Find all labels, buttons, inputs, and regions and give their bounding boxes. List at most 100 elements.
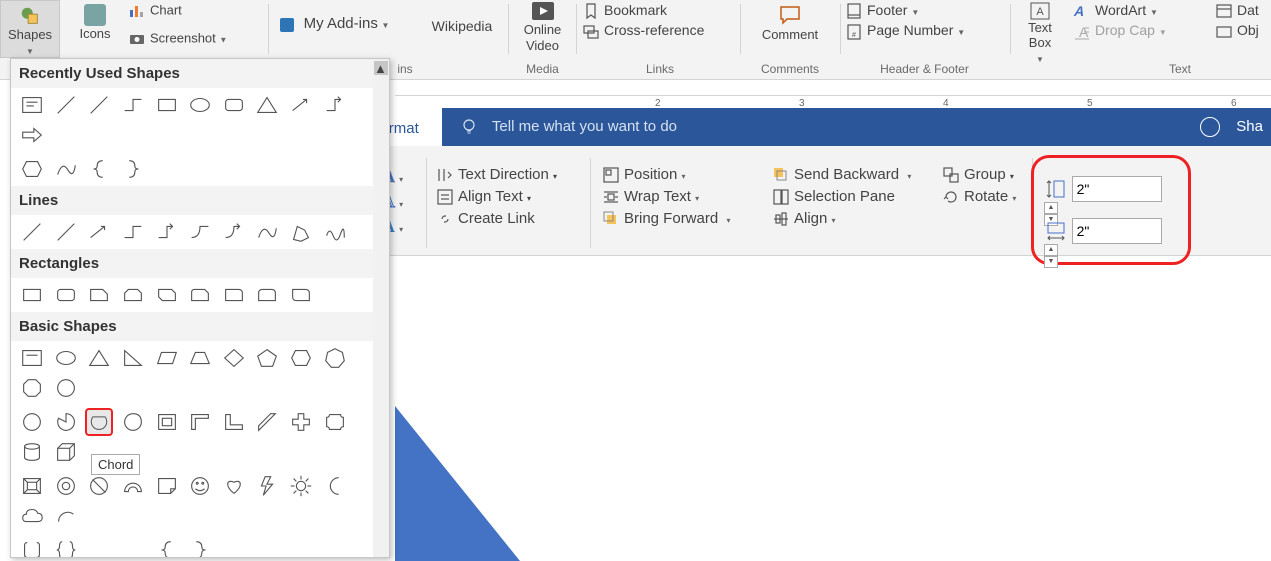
shape-right-brace[interactable] <box>119 155 147 183</box>
shape-textbox[interactable] <box>18 91 46 119</box>
shape-oval[interactable] <box>52 344 80 372</box>
wikipedia-button[interactable]: Wikipedia <box>422 18 502 34</box>
page-number-button[interactable]: #Page Number ▼ <box>845 22 1005 40</box>
shape-pie[interactable] <box>52 408 80 436</box>
shape-round2diag[interactable] <box>287 281 315 309</box>
shape-double-bracket[interactable] <box>18 536 46 558</box>
shape-octagon[interactable] <box>18 374 46 402</box>
shape-curve[interactable] <box>52 155 80 183</box>
shape-half-frame[interactable] <box>186 408 214 436</box>
bring-forward-button[interactable]: Bring Forward ▾ <box>602 210 731 228</box>
shape-lshape[interactable] <box>220 408 248 436</box>
send-backward-button[interactable]: Send Backward ▾ <box>772 166 911 184</box>
shape-line[interactable] <box>85 91 113 119</box>
position-button[interactable]: Position ▾ <box>602 166 731 184</box>
shape-triangle[interactable] <box>253 91 281 119</box>
shape-scribble[interactable] <box>321 218 349 246</box>
date-button[interactable]: Dat <box>1215 2 1259 20</box>
shape-freeform[interactable] <box>287 218 315 246</box>
shape-plaque[interactable] <box>321 408 349 436</box>
shape-curve[interactable] <box>253 218 281 246</box>
shape-right-triangle[interactable] <box>119 344 147 372</box>
shape-block-arc[interactable] <box>119 472 147 500</box>
shape-double-brace[interactable] <box>52 536 80 558</box>
shape-triangle[interactable] <box>85 344 113 372</box>
shape-line[interactable] <box>52 218 80 246</box>
shape-round-rect[interactable] <box>52 281 80 309</box>
width-spinner[interactable]: ▲▼ <box>1044 244 1058 268</box>
my-addins-button[interactable]: My Add-ins ▼ <box>278 15 418 45</box>
align-button[interactable]: Align ▾ <box>772 210 911 228</box>
shape-decagon[interactable] <box>52 374 80 402</box>
object-button[interactable]: Obj <box>1215 22 1259 40</box>
shape-arc[interactable] <box>52 502 80 530</box>
shape-rounded-rect[interactable] <box>220 91 248 119</box>
shape-nosymbol[interactable] <box>85 472 113 500</box>
shape-left-brace[interactable] <box>85 155 113 183</box>
bookmark-button[interactable]: Bookmark <box>582 2 722 20</box>
shape-oval[interactable] <box>186 91 214 119</box>
shape-donut[interactable] <box>52 472 80 500</box>
footer-button[interactable]: Footer ▼ <box>845 2 1005 20</box>
shape-smiley[interactable] <box>186 472 214 500</box>
wrap-text-button[interactable]: Wrap Text ▾ <box>602 188 731 206</box>
cross-reference-button[interactable]: Cross-reference <box>582 22 722 40</box>
triangle-shape[interactable] <box>395 406 520 561</box>
gallery-scrollbar[interactable]: ▲ <box>373 59 389 557</box>
shape-cloud[interactable] <box>18 502 46 530</box>
shape-snip2same[interactable] <box>119 281 147 309</box>
chart-button[interactable]: Chart <box>128 2 182 24</box>
shape-cube[interactable] <box>52 438 80 466</box>
wordart-button[interactable]: AWordArt ▼ <box>1073 2 1167 20</box>
shape-diamond[interactable] <box>220 344 248 372</box>
shape-diag-stripe[interactable] <box>253 408 281 436</box>
shape-curved-arrow[interactable] <box>220 218 248 246</box>
shape-round2same[interactable] <box>253 281 281 309</box>
shape-connector[interactable] <box>119 91 147 119</box>
shape-snip2diag[interactable] <box>153 281 181 309</box>
shape-snip1[interactable] <box>85 281 113 309</box>
shape-folded-corner[interactable] <box>153 472 181 500</box>
shape-height-input[interactable] <box>1072 176 1162 202</box>
shape-curved-conn[interactable] <box>186 218 214 246</box>
online-video-button[interactable]: Online Video <box>515 0 570 58</box>
shape-block-arrow[interactable] <box>18 121 46 149</box>
shape-can[interactable] <box>18 438 46 466</box>
shape-snipround[interactable] <box>186 281 214 309</box>
document-canvas[interactable] <box>395 256 1271 561</box>
shape-pentagon[interactable] <box>253 344 281 372</box>
shape-cross[interactable] <box>287 408 315 436</box>
shape-lightning[interactable] <box>253 472 281 500</box>
shape-heptagon[interactable] <box>321 344 349 372</box>
shape-heart[interactable] <box>220 472 248 500</box>
shape-elbow-arrow[interactable] <box>321 91 349 119</box>
icons-button[interactable]: Icons <box>70 0 120 58</box>
shape-teardrop[interactable] <box>119 408 147 436</box>
shape-arrow-line[interactable] <box>85 218 113 246</box>
shape-line[interactable] <box>18 218 46 246</box>
shape-elbow-arrow[interactable] <box>153 218 181 246</box>
shape-bevel[interactable] <box>18 472 46 500</box>
shape-trapezoid[interactable] <box>186 344 214 372</box>
drop-cap-button[interactable]: ADrop Cap ▼ <box>1073 22 1167 40</box>
tell-me-search[interactable]: Tell me what you want to do <box>460 108 677 146</box>
rotate-button[interactable]: Rotate ▾ <box>942 188 1016 206</box>
shape-textbox2[interactable] <box>18 344 46 372</box>
share-area[interactable]: Sha <box>1200 108 1271 146</box>
shape-rect[interactable] <box>18 281 46 309</box>
selection-pane-button[interactable]: Selection Pane <box>772 188 911 206</box>
shape-arrow-line[interactable] <box>287 91 315 119</box>
shape-sun[interactable] <box>287 472 315 500</box>
shape-line[interactable] <box>52 91 80 119</box>
shape-rectangle[interactable] <box>153 91 181 119</box>
shape-hexagon[interactable] <box>18 155 46 183</box>
comment-button[interactable]: Comment <box>750 5 830 42</box>
shape-right-brace[interactable] <box>186 536 214 558</box>
shape-round1[interactable] <box>220 281 248 309</box>
screenshot-button[interactable]: Screenshot ▼ <box>128 30 227 52</box>
shape-chord[interactable] <box>85 408 113 436</box>
shape-frame[interactable] <box>153 408 181 436</box>
shape-dodecagon[interactable] <box>18 408 46 436</box>
shape-left-brace[interactable] <box>153 536 181 558</box>
shape-width-input[interactable] <box>1072 218 1162 244</box>
